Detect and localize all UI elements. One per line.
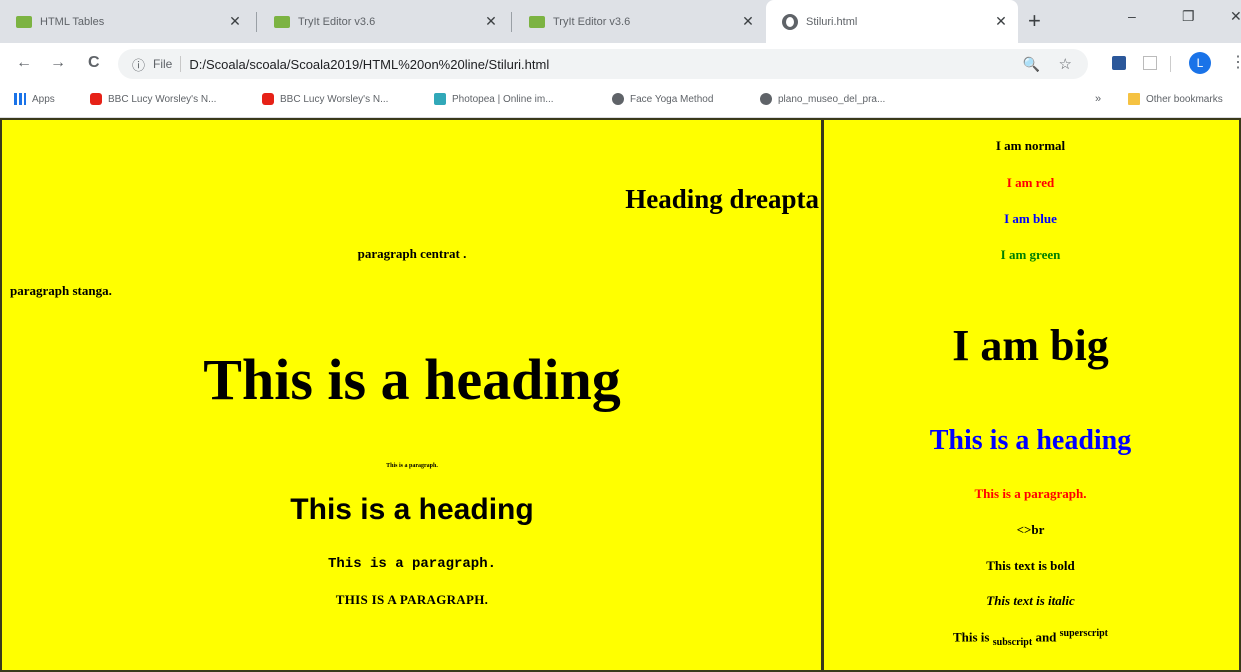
blue-heading: This is a heading	[929, 425, 1132, 456]
maximize-button[interactable]: ❐	[1182, 8, 1195, 25]
green-text: I am green	[1000, 247, 1061, 262]
info-icon[interactable]: ⓘ	[132, 55, 145, 74]
tab-stiluri[interactable]: Stiluri.html ✕	[766, 0, 1018, 43]
w3schools-favicon-icon	[529, 15, 545, 28]
folder-icon	[1128, 93, 1140, 105]
address-bar[interactable]: ⓘ File D:/Scoala/scoala/Scoala2019/HTML%…	[118, 49, 1088, 79]
bookmark-photopea[interactable]: Photopea | Online im...	[434, 93, 554, 105]
other-bookmarks[interactable]: Other bookmarks	[1128, 93, 1223, 105]
html-tables-favicon-icon	[16, 15, 32, 28]
tab-html-tables[interactable]: HTML Tables ✕	[0, 0, 252, 43]
bookmark-label: BBC Lucy Worsley's N...	[280, 93, 389, 105]
new-tab-button[interactable]: +	[1028, 10, 1041, 32]
tab-title: Stiluri.html	[806, 15, 858, 28]
tab-title: TryIt Editor v3.6	[298, 15, 376, 28]
omnibox-divider	[180, 56, 182, 72]
paragraph-centered: paragraph centrat .	[357, 246, 467, 261]
reload-button[interactable]: C	[88, 54, 100, 72]
zoom-icon[interactable]: 🔍	[1023, 56, 1040, 73]
tab-tryit-editor-2[interactable]: TryIt Editor v3.6 ✕	[513, 0, 765, 43]
tiny-paragraph: This is a paragraph.	[386, 463, 438, 469]
red-paragraph: This is a paragraph.	[974, 486, 1087, 501]
red-text: I am red	[1006, 175, 1055, 190]
bold-text: This text is bold	[986, 558, 1075, 573]
big-text: I am big	[952, 321, 1109, 370]
bookmark-bbc-2[interactable]: BBC Lucy Worsley's N...	[262, 93, 388, 105]
superscript-text: superscript	[1059, 628, 1108, 639]
close-tab-icon[interactable]: ✕	[482, 13, 500, 30]
bookmark-label: Other bookmarks	[1146, 93, 1223, 105]
close-tab-icon[interactable]: ✕	[226, 13, 244, 30]
bookmark-face-yoga[interactable]: Face Yoga Method	[612, 93, 713, 105]
minimize-button[interactable]: –	[1128, 8, 1136, 24]
tab-divider	[511, 12, 512, 32]
page-content: Heading dreapta paragraph centrat . para…	[0, 118, 1241, 672]
save-extension-icon[interactable]	[1112, 56, 1126, 70]
bookmarks-bar: Apps BBC Lucy Worsley's N... BBC Lucy Wo…	[0, 84, 1241, 118]
globe-icon	[612, 93, 624, 105]
subscript-text: subscript	[992, 636, 1033, 648]
bookmark-star-icon[interactable]: ☆	[1059, 55, 1072, 73]
sub-sup-prefix: This is	[952, 629, 993, 645]
monospace-paragraph: This is a paragraph.	[327, 556, 497, 572]
big-heading: This is a heading	[203, 347, 621, 412]
close-tab-icon[interactable]: ✕	[739, 13, 757, 30]
italic-text: This text is italic	[986, 593, 1075, 608]
heading-right: Heading dreapta	[625, 184, 819, 214]
profile-avatar[interactable]: L	[1189, 52, 1211, 74]
subscript-superscript-line: This is subscript and superscript	[824, 628, 1237, 648]
bookmarks-overflow-button[interactable]: »	[1095, 93, 1101, 105]
paragraph-left: paragraph stanga.	[10, 283, 112, 298]
normal-text: I am normal	[995, 138, 1066, 153]
photopea-icon	[434, 93, 446, 105]
bookmark-apps[interactable]: Apps	[14, 93, 55, 105]
br-text: <>br	[1016, 522, 1045, 537]
close-window-button[interactable]: ✕	[1230, 8, 1241, 25]
bookmark-label: plano_museo_del_pra...	[778, 93, 886, 105]
forward-button[interactable]: →	[50, 54, 66, 72]
bookmark-label: BBC Lucy Worsley's N...	[108, 93, 217, 105]
scheme-label: File	[153, 57, 173, 71]
close-tab-icon[interactable]: ✕	[992, 13, 1010, 30]
sans-heading: This is a heading	[290, 493, 534, 526]
extension-icon[interactable]	[1143, 56, 1157, 70]
tab-title: TryIt Editor v3.6	[553, 15, 631, 28]
url-text[interactable]: D:/Scoala/scoala/Scoala2019/HTML%20on%20…	[189, 57, 549, 72]
bookmark-label: Face Yoga Method	[630, 93, 714, 105]
blue-text: I am blue	[1004, 211, 1057, 226]
globe-icon	[782, 13, 798, 30]
globe-icon	[760, 93, 772, 105]
bookmark-bbc-1[interactable]: BBC Lucy Worsley's N...	[90, 93, 216, 105]
sub-sup-middle: and	[1032, 629, 1060, 645]
tab-divider	[256, 12, 257, 32]
back-button[interactable]: ←	[16, 54, 32, 72]
tab-title: HTML Tables	[40, 15, 105, 28]
uppercase-paragraph: THIS IS A PARAGRAPH.	[335, 592, 489, 607]
bookmark-label: Apps	[32, 93, 55, 105]
tab-tryit-editor-1[interactable]: TryIt Editor v3.6 ✕	[258, 0, 508, 43]
w3schools-favicon-icon	[274, 15, 290, 28]
bookmark-plano-museo[interactable]: plano_museo_del_pra...	[760, 93, 885, 105]
youtube-icon	[90, 93, 102, 105]
menu-kebab-icon[interactable]: ⋮	[1230, 52, 1241, 72]
apps-icon	[14, 93, 26, 105]
tab-strip: HTML Tables ✕ TryIt Editor v3.6 ✕ TryIt …	[0, 0, 1241, 43]
left-frame: Heading dreapta paragraph centrat . para…	[0, 118, 824, 672]
youtube-icon	[262, 93, 274, 105]
bookmark-label: Photopea | Online im...	[452, 93, 554, 105]
toolbar-divider	[1170, 56, 1171, 72]
right-frame: I am normal I am red I am blue I am gree…	[824, 118, 1241, 672]
